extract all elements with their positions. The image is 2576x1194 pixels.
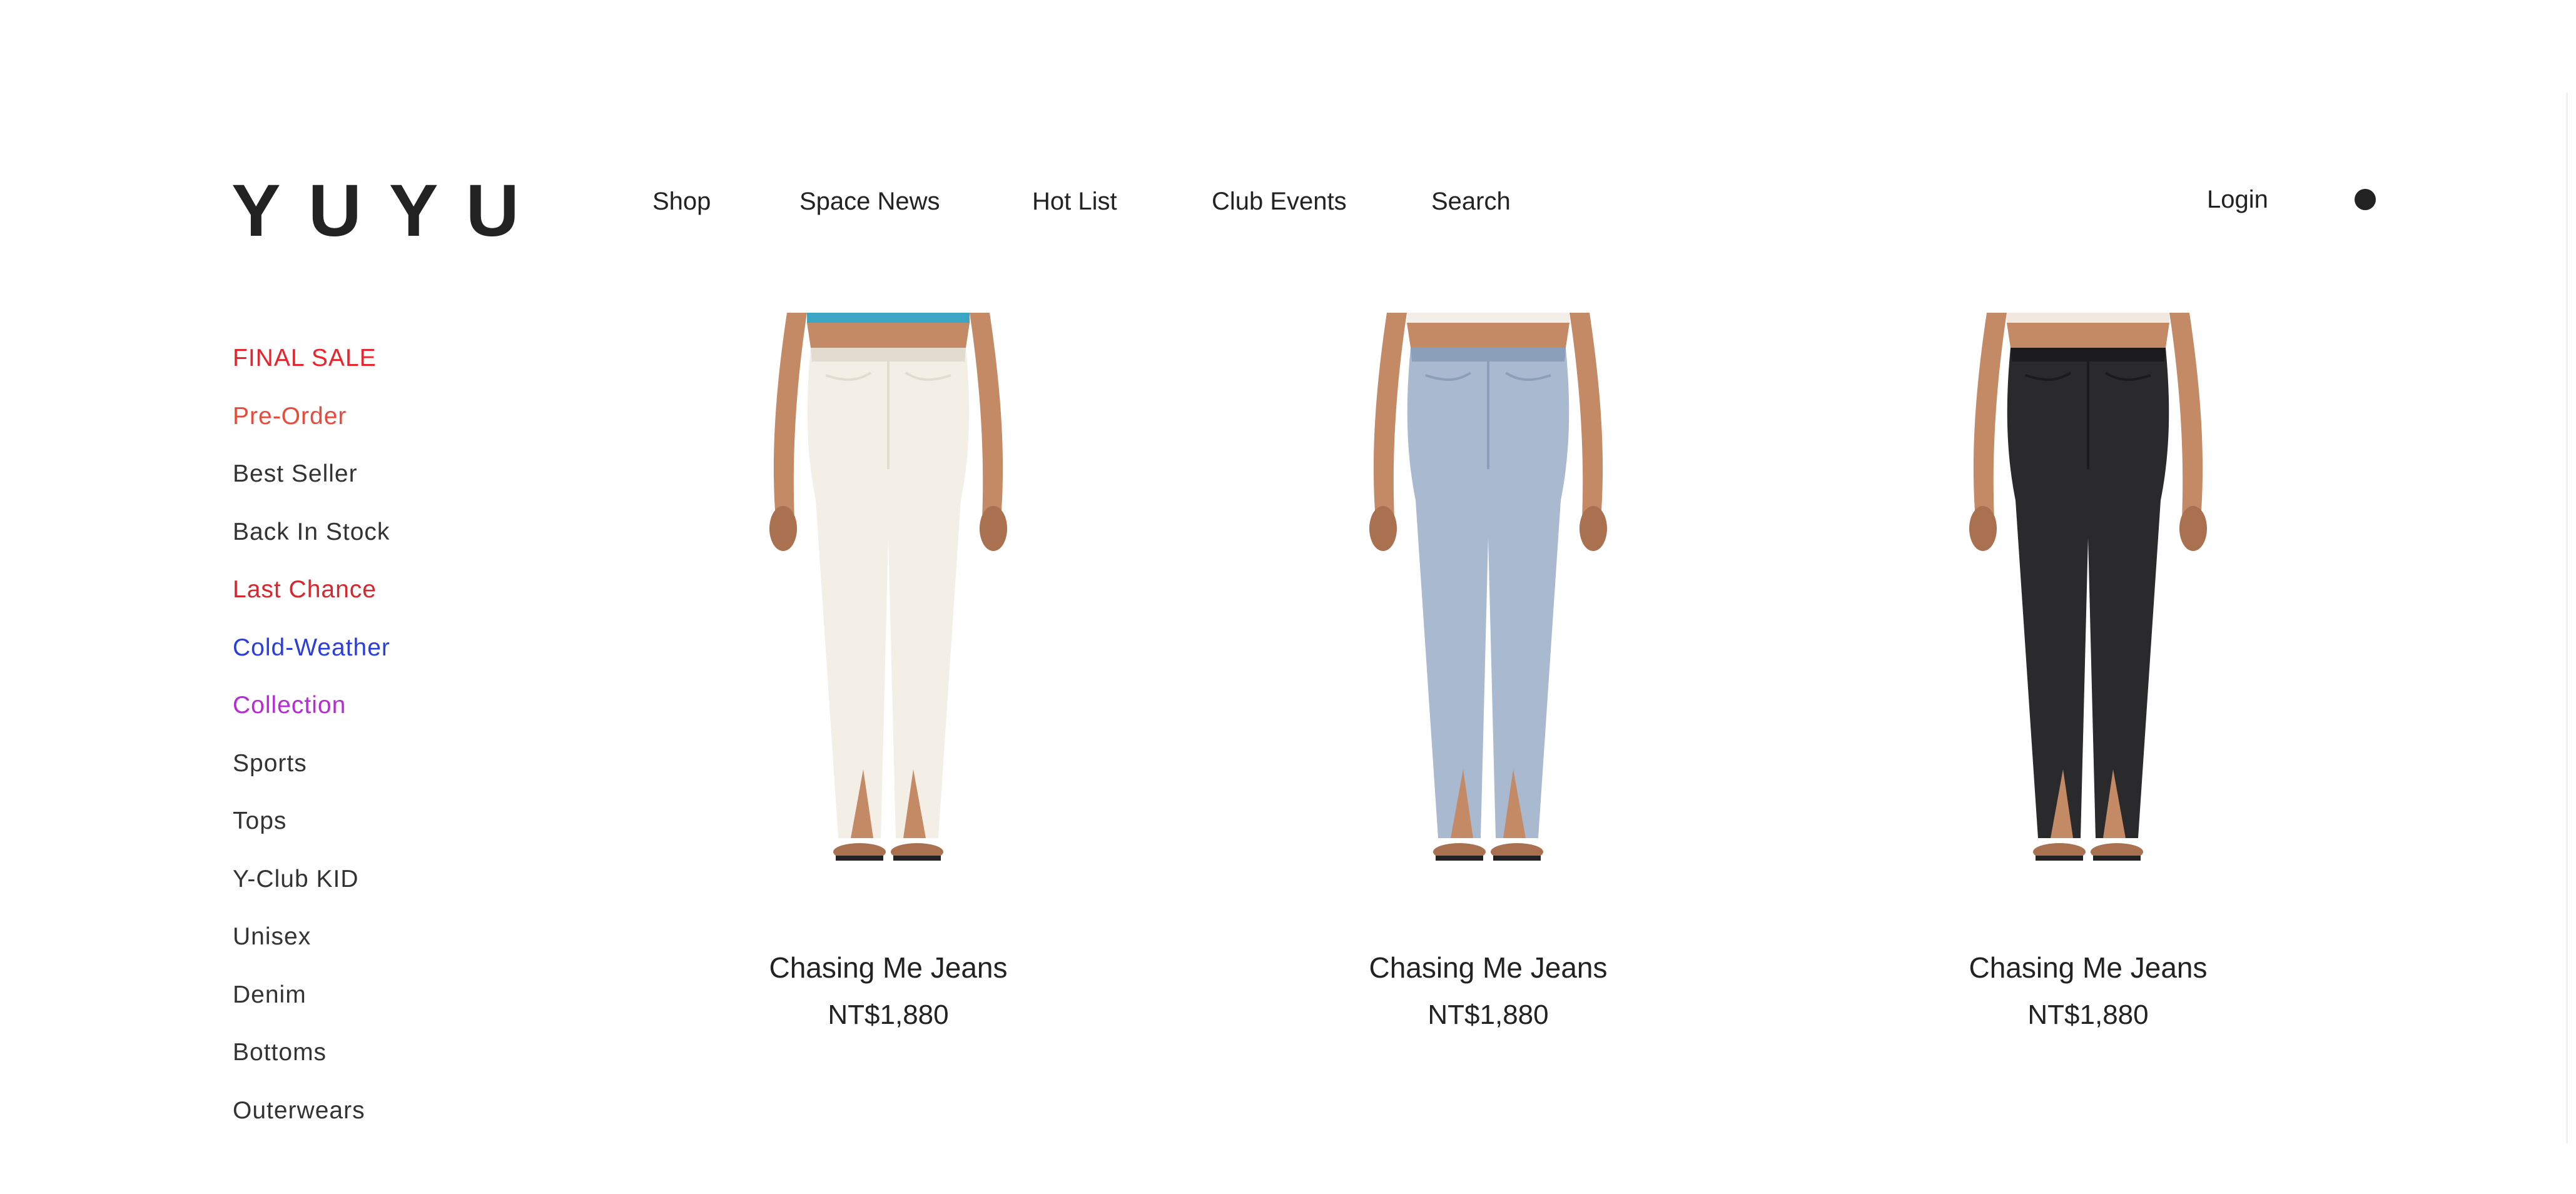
login-link[interactable]: Login xyxy=(2207,186,2268,214)
jeans-photo xyxy=(769,313,1007,861)
product-card[interactable]: Chasing Me Jeans NT$1,880 xyxy=(588,313,1189,1031)
product-price: NT$1,880 xyxy=(828,999,949,1030)
sidebar-item-last-chance[interactable]: Last Chance xyxy=(233,574,495,632)
sidebar-item-best-seller[interactable]: Best Seller xyxy=(233,458,495,517)
sidebar-item-back-in-stock[interactable]: Back In Stock xyxy=(233,517,495,575)
nav-search[interactable]: Search xyxy=(1431,188,1511,216)
product-name[interactable]: Chasing Me Jeans xyxy=(1788,951,2388,984)
sidebar-item-cold-weather[interactable]: Cold-Weather xyxy=(233,632,495,691)
product-image[interactable] xyxy=(1788,313,2388,888)
category-sidebar: FINAL SALE Pre-Order Best Seller Back In… xyxy=(233,343,495,1153)
nav-space-news[interactable]: Space News xyxy=(799,188,940,216)
brand-logo[interactable]: YUYU xyxy=(231,174,547,248)
cart-icon[interactable] xyxy=(2355,189,2376,210)
sidebar-item-final-sale[interactable]: FINAL SALE xyxy=(233,343,495,401)
product-card[interactable]: Chasing Me Jeans NT$1,880 xyxy=(1788,313,2388,1031)
nav-club-events[interactable]: Club Events xyxy=(1212,188,1347,216)
page: YUYU Shop Space News Hot List Club Event… xyxy=(0,0,2576,1194)
product-image[interactable] xyxy=(1188,313,1788,888)
sidebar-item-sports[interactable]: Sports xyxy=(233,748,495,806)
page-edge-divider xyxy=(2566,93,2568,1143)
sidebar-item-bottoms[interactable]: Bottoms xyxy=(233,1037,495,1095)
sidebar-item-unisex[interactable]: Unisex xyxy=(233,921,495,979)
product-name[interactable]: Chasing Me Jeans xyxy=(588,951,1189,984)
product-price: NT$1,880 xyxy=(1427,999,1549,1030)
product-image[interactable] xyxy=(588,313,1189,888)
sidebar-item-y-club-kid[interactable]: Y-Club KID xyxy=(233,864,495,922)
sidebar-item-denim[interactable]: Denim xyxy=(233,979,495,1038)
product-card[interactable]: Chasing Me Jeans NT$1,880 xyxy=(1188,313,1788,1031)
sidebar-item-collection[interactable]: Collection xyxy=(233,690,495,748)
product-price: NT$1,880 xyxy=(2027,999,2149,1030)
jeans-photo xyxy=(1969,313,2207,861)
product-name[interactable]: Chasing Me Jeans xyxy=(1188,951,1788,984)
sidebar-item-outerwears[interactable]: Outerwears xyxy=(233,1095,495,1153)
sidebar-item-tops[interactable]: Tops xyxy=(233,806,495,864)
jeans-photo xyxy=(1369,313,1607,861)
sidebar-item-pre-order[interactable]: Pre-Order xyxy=(233,401,495,459)
nav-shop[interactable]: Shop xyxy=(652,188,711,216)
nav-hot-list[interactable]: Hot List xyxy=(1032,188,1117,216)
